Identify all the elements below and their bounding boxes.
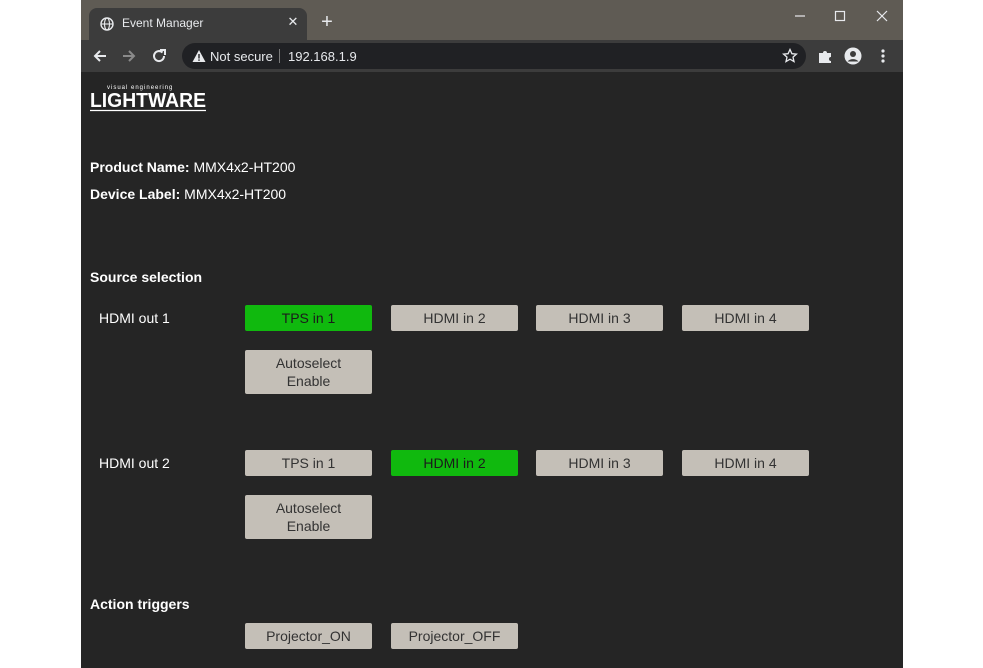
- device-label-row: Device Label: MMX4x2-HT200: [90, 186, 286, 202]
- out2-hdmi-in-3-button[interactable]: HDMI in 3: [536, 450, 663, 476]
- hdmi-out-2-label: HDMI out 2: [99, 455, 170, 471]
- lightware-logo: visual engineering LIGHTWARE: [90, 85, 206, 112]
- security-label[interactable]: Not secure: [210, 49, 273, 64]
- out1-hdmi-in-2-button[interactable]: HDMI in 2: [391, 305, 518, 331]
- device-label-value: MMX4x2-HT200: [184, 186, 287, 202]
- product-name-row: Product Name: MMX4x2-HT200: [90, 159, 295, 175]
- address-divider: [279, 49, 280, 63]
- action-triggers-heading: Action triggers: [90, 596, 190, 612]
- autoselect-label-line1: Autoselect: [275, 355, 342, 371]
- out2-hdmi-in-2-button[interactable]: HDMI in 2: [391, 450, 518, 476]
- out1-tps-in-1-button[interactable]: TPS in 1: [245, 305, 372, 331]
- star-icon[interactable]: [782, 48, 798, 64]
- out1-hdmi-in-3-button[interactable]: HDMI in 3: [536, 305, 663, 331]
- puzzle-icon[interactable]: [815, 46, 835, 66]
- out2-autoselect-enable-button[interactable]: Autoselect Enable: [245, 495, 372, 539]
- logo-wordmark: LIGHTWARE: [90, 90, 206, 112]
- profile-icon[interactable]: [843, 46, 863, 66]
- source-selection-heading: Source selection: [90, 269, 203, 285]
- forward-arrow-icon[interactable]: [119, 46, 139, 66]
- maximize-icon[interactable]: [825, 6, 855, 26]
- autoselect-label-line2: Enable: [286, 373, 331, 389]
- browser-toolbar: Not secure 192.168.1.9: [81, 40, 903, 72]
- minimize-icon[interactable]: [785, 6, 815, 26]
- plus-icon[interactable]: +: [317, 12, 337, 32]
- warning-icon: [192, 50, 206, 62]
- product-name-label: Product Name:: [90, 159, 190, 175]
- projector-on-button[interactable]: Projector_ON: [245, 623, 372, 649]
- window-close-icon[interactable]: [867, 6, 897, 26]
- reload-icon[interactable]: [149, 46, 169, 66]
- kebab-menu-icon[interactable]: [873, 46, 893, 66]
- autoselect-label-line2: Enable: [286, 518, 331, 534]
- browser-window: Event Manager ✕ + Not secure 192.168.1.9…: [81, 0, 903, 668]
- tab-event-manager[interactable]: Event Manager ✕: [89, 8, 307, 40]
- hdmi-out-1-label: HDMI out 1: [99, 310, 170, 326]
- back-arrow-icon[interactable]: [90, 46, 110, 66]
- autoselect-label-line1: Autoselect: [275, 500, 342, 516]
- page-content: visual engineering LIGHTWARE Product Nam…: [81, 72, 903, 668]
- url-text[interactable]: 192.168.1.9: [288, 49, 357, 64]
- address-bar[interactable]: Not secure 192.168.1.9: [182, 43, 806, 69]
- product-name-value: MMX4x2-HT200: [193, 159, 296, 175]
- out1-autoselect-enable-button[interactable]: Autoselect Enable: [245, 350, 372, 394]
- tab-title: Event Manager: [122, 16, 204, 30]
- tab-strip: Event Manager ✕ +: [81, 0, 903, 40]
- close-icon[interactable]: ✕: [285, 14, 301, 30]
- projector-off-button[interactable]: Projector_OFF: [391, 623, 518, 649]
- out1-hdmi-in-4-button[interactable]: HDMI in 4: [682, 305, 809, 331]
- device-label-label: Device Label:: [90, 186, 181, 202]
- out2-tps-in-1-button[interactable]: TPS in 1: [245, 450, 372, 476]
- globe-icon: [100, 17, 114, 31]
- out2-hdmi-in-4-button[interactable]: HDMI in 4: [682, 450, 809, 476]
